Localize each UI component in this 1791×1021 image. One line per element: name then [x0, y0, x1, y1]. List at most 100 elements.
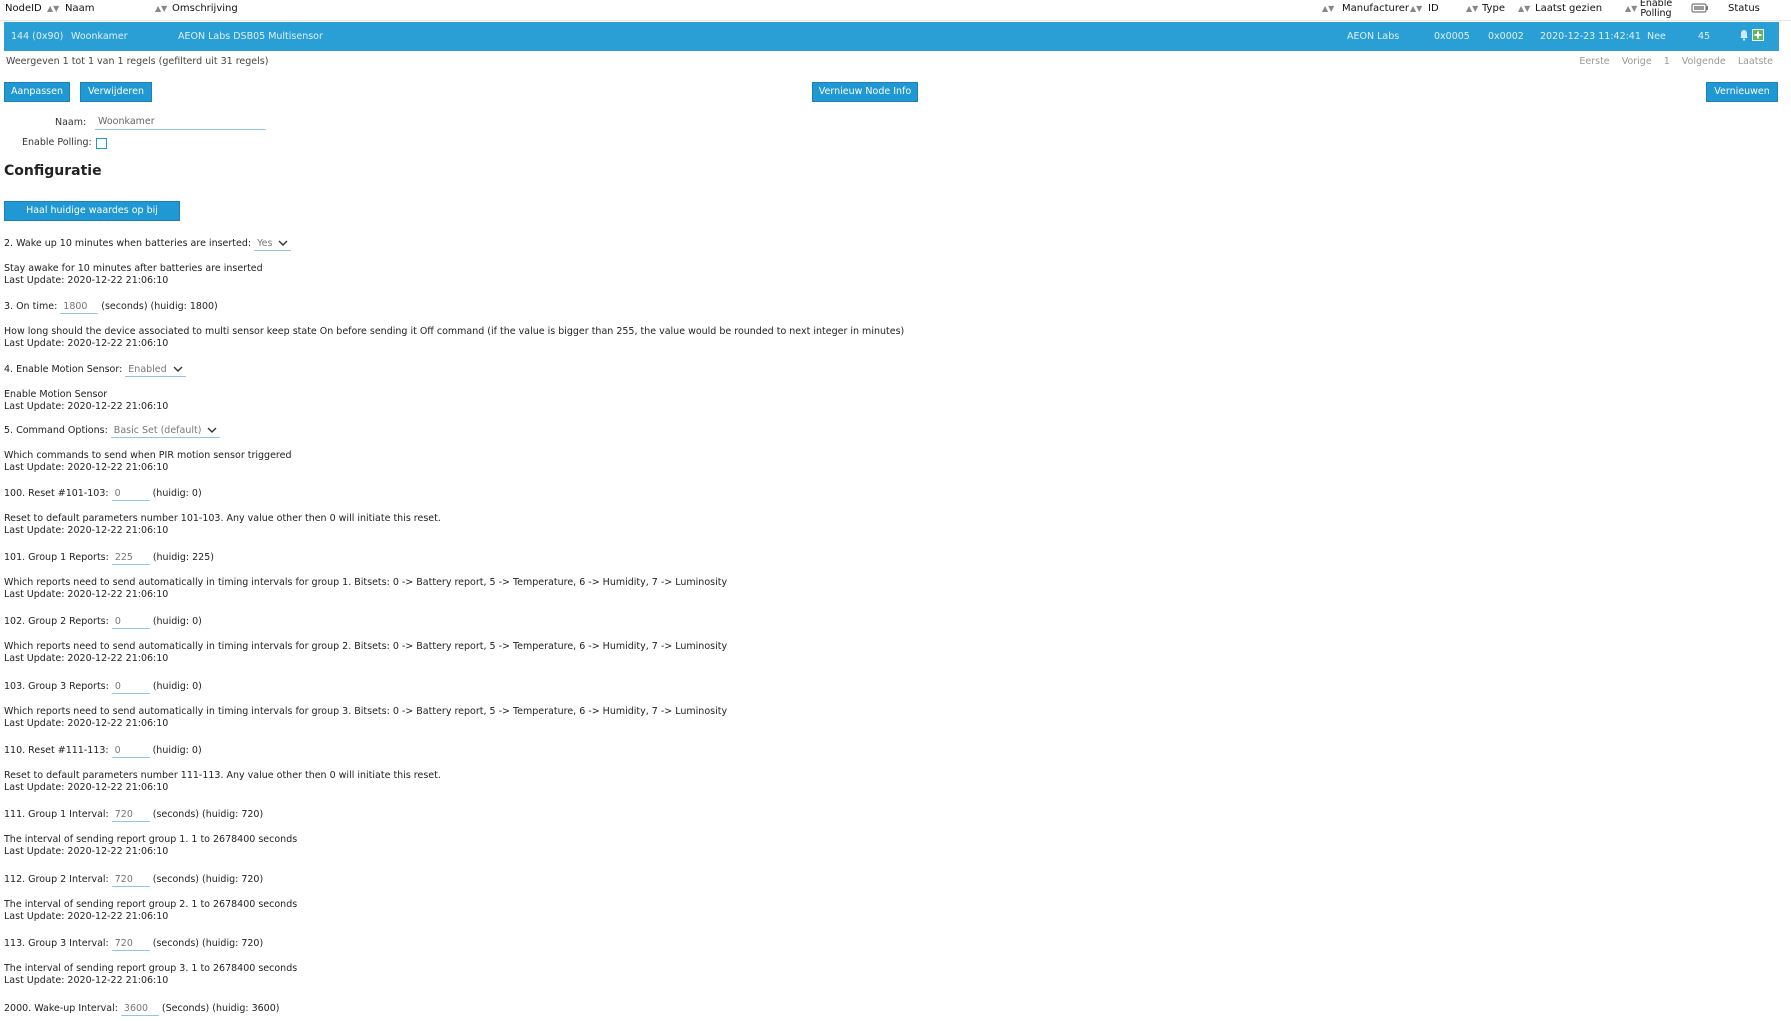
param-description: The interval of sending report group 2. … [4, 899, 297, 923]
param-last-update: Last Update: 2020-12-22 21:06:10 [4, 975, 169, 986]
param-last-update: Last Update: 2020-12-22 21:06:10 [4, 462, 169, 473]
col-header-laatst-gezien[interactable]: Laatst gezien ▲▼ [1535, 0, 1637, 20]
col-id-label: ID [1428, 3, 1439, 14]
col-naam-label: Naam [65, 3, 95, 14]
param-desc-text: The interval of sending report group 3. … [4, 963, 298, 974]
cell-nodeid: 144 (0x90) [11, 31, 64, 42]
pager-first[interactable]: Eerste [1579, 56, 1609, 67]
param-description: Which reports need to send automatically… [4, 641, 727, 665]
param-label: 5. Command Options: [4, 425, 108, 436]
col-nodeid-label: NodeID [5, 3, 42, 14]
param-label: 102. Group 2 Reports: [4, 616, 109, 627]
polling-checkbox[interactable] [96, 138, 107, 149]
battery-icon [1691, 3, 1708, 13]
param-last-update: Last Update: 2020-12-22 21:06:10 [4, 846, 169, 857]
aanpassen-button[interactable]: Aanpassen [4, 82, 70, 102]
chevron-down-icon [278, 240, 288, 246]
param-select[interactable]: Basic Set (default) [110, 424, 221, 438]
pager-page[interactable]: 1 [1664, 56, 1670, 67]
param-description: Enable Motion Sensor Last Update: 2020-12… [4, 389, 168, 413]
param-desc-text: Stay awake for 10 minutes after batterie… [4, 263, 263, 274]
param-input[interactable]: 720 [111, 808, 150, 822]
param-input[interactable]: 3600 [120, 1002, 159, 1016]
col-header-type[interactable]: Type ▲▼ [1482, 0, 1530, 20]
fetch-values-button[interactable]: Haal huidige waardes op bij apparaat [4, 201, 180, 234]
cell-battery: 45 [1698, 31, 1711, 42]
sort-icon: ▲▼ [1466, 4, 1479, 13]
param-last-update: Last Update: 2020-12-22 21:06:10 [4, 525, 169, 536]
vernieuw-node-info-button[interactable]: Vernieuw Node Info [812, 82, 918, 102]
param-input[interactable]: 225 [111, 551, 150, 565]
cell-polling: Nee [1647, 31, 1666, 42]
sort-icon: ▲▼ [155, 4, 168, 13]
param-desc-text: The interval of sending report group 1. … [4, 834, 298, 845]
polling-label: Enable Polling: [22, 137, 92, 148]
verwijderen-button[interactable]: Verwijderen [80, 82, 152, 102]
param-desc-text: Reset to default parameters number 111-1… [4, 770, 441, 781]
pager-next[interactable]: Volgende [1682, 56, 1726, 67]
param-suffix: (seconds) (huidig: 720) [152, 809, 264, 820]
col-header-manufacturer[interactable]: Manufacturer ▲▼ [1342, 0, 1422, 20]
col-header-status[interactable]: Status [1728, 0, 1760, 20]
param-label: 103. Group 3 Reports: [4, 681, 109, 692]
param-suffix: (huidig: 0) [152, 681, 202, 692]
param-row: 5. Command Options: Basic Set (default) [4, 424, 221, 438]
param-desc-text: Which reports need to send automatically… [4, 577, 728, 588]
param-suffix: (huidig: 225) [152, 552, 214, 563]
param-label: 2. Wake up 10 minutes when batteries are… [4, 238, 252, 249]
param-last-update: Last Update: 2020-12-22 21:06:10 [4, 589, 169, 600]
sort-icon: ▲▼ [1410, 4, 1423, 13]
col-omschrijving-label: Omschrijving [172, 3, 238, 14]
param-desc-text: The interval of sending report group 2. … [4, 899, 298, 910]
param-last-update: Last Update: 2020-12-22 21:06:10 [4, 401, 169, 412]
param-description: Which reports need to send automatically… [4, 577, 727, 601]
param-row: 2. Wake up 10 minutes when batteries are… [4, 237, 292, 251]
cell-naam: Woonkamer [71, 31, 128, 42]
param-desc-text: Which reports need to send automatically… [4, 706, 728, 717]
param-input[interactable]: 0 [111, 615, 150, 629]
param-label: 2000. Wake-up Interval: [4, 1003, 118, 1014]
param-input[interactable]: 0 [111, 744, 150, 758]
col-header-naam[interactable]: Naam ▲▼ [65, 0, 167, 20]
col-header-battery[interactable] [1691, 0, 1709, 20]
param-select-value: Yes [257, 238, 273, 249]
col-header-enable-polling[interactable]: Enable Polling [1638, 0, 1674, 19]
param-label: 112. Group 2 Interval: [4, 874, 109, 885]
bell-icon[interactable] [1739, 29, 1749, 41]
pager-prev[interactable]: Vorige [1622, 56, 1652, 67]
param-desc-text: Which commands to send when PIR motion s… [4, 450, 292, 461]
status-icons [1739, 29, 1765, 41]
param-select[interactable]: Enabled [125, 363, 186, 377]
param-suffix: (huidig: 0) [152, 488, 202, 499]
param-description: How long should the device associated to… [4, 326, 904, 350]
table-row[interactable]: 144 (0x90) Woonkamer AEON Labs DSB05 Mul… [4, 22, 1779, 51]
sort-icon: ▲▼ [1625, 4, 1638, 13]
plus-icon[interactable] [1752, 29, 1765, 41]
param-select[interactable]: Yes [254, 237, 292, 251]
param-row: 103. Group 3 Reports: 0 (huidig: 0) [4, 680, 202, 694]
param-input[interactable]: 0 [111, 487, 150, 501]
chevron-down-icon [207, 427, 217, 433]
param-row: 101. Group 1 Reports: 225 (huidig: 225) [4, 551, 214, 565]
vernieuwen-button[interactable]: Vernieuwen [1706, 82, 1778, 102]
param-desc-text: Enable Motion Sensor [4, 389, 108, 400]
param-input[interactable]: 720 [111, 937, 150, 951]
param-description: Which reports need to send automatically… [4, 706, 727, 730]
param-description: The interval of sending report group 1. … [4, 834, 297, 858]
cell-type: 0x0002 [1488, 31, 1524, 42]
cell-id: 0x0005 [1434, 31, 1470, 42]
chevron-down-icon [173, 366, 183, 372]
col-type-label: Type [1482, 3, 1505, 14]
param-input[interactable]: 1800 [60, 300, 99, 314]
naam-input[interactable]: Woonkamer [95, 115, 266, 130]
sort-icon: ▲▼ [47, 4, 60, 13]
param-input[interactable]: 0 [111, 680, 150, 694]
param-suffix: (huidig: 0) [152, 616, 202, 627]
table-info: Weergeven 1 tot 1 van 1 regels (gefilter… [6, 56, 269, 67]
col-header-id[interactable]: ID ▲▼ [1428, 0, 1478, 20]
param-suffix: (seconds) (huidig: 720) [152, 938, 264, 949]
col-header-nodeid[interactable]: NodeID ▲▼ [5, 0, 59, 20]
col-header-omschrijving[interactable]: Omschrijving ▲▼ [172, 0, 1334, 20]
pager-last[interactable]: Laatste [1738, 56, 1773, 67]
param-input[interactable]: 720 [111, 873, 150, 887]
